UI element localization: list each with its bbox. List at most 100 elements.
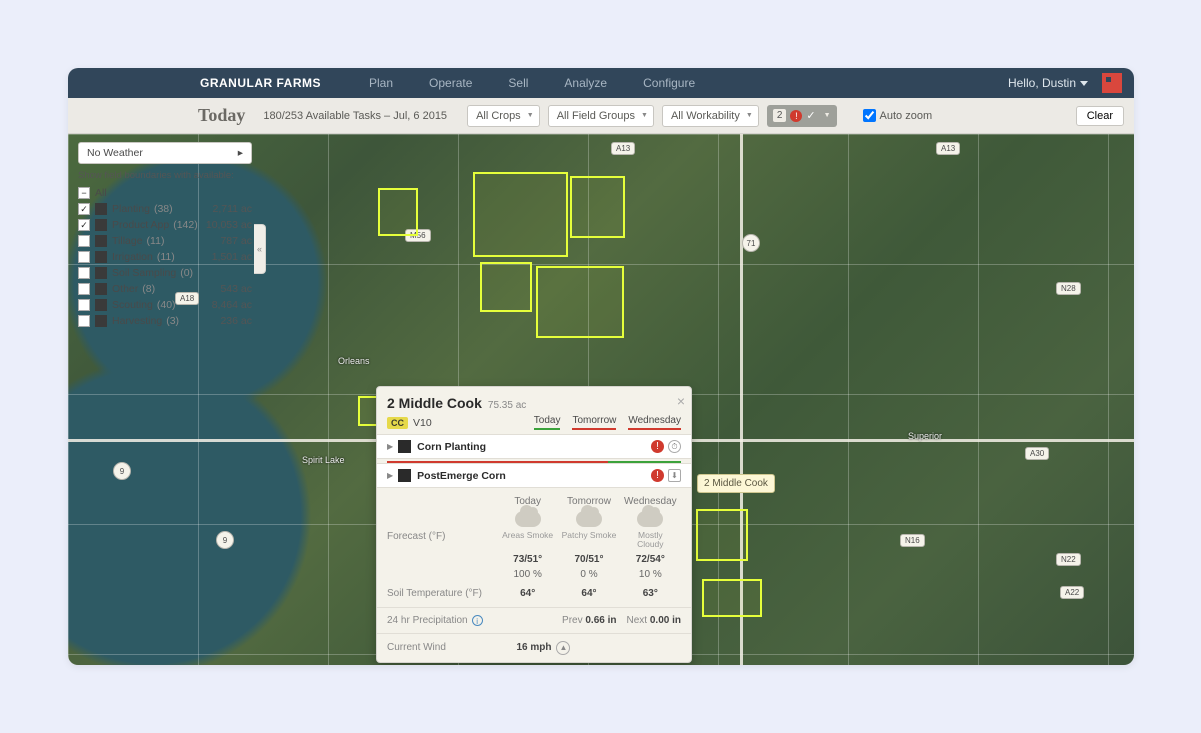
checkbox-icon[interactable] xyxy=(78,235,90,247)
crop-code-badge: CC xyxy=(387,417,408,429)
checkbox-icon[interactable] xyxy=(78,315,90,327)
forecast-label: Forecast (°F) xyxy=(387,531,497,550)
layer-all[interactable]: All xyxy=(72,185,258,201)
soil-temp-label: Soil Temperature (°F) xyxy=(387,588,497,599)
route-badge: N28 xyxy=(1056,282,1081,295)
check-icon: ✓ xyxy=(806,109,815,122)
wind-direction-icon: ▲ xyxy=(556,641,570,655)
tab-tomorrow[interactable]: Tomorrow xyxy=(572,415,616,430)
workability-select[interactable]: All Workability xyxy=(662,105,759,127)
nav-operate[interactable]: Operate xyxy=(429,76,472,90)
harvesting-icon xyxy=(95,315,107,327)
brand: GRANULAR FARMS xyxy=(200,76,321,90)
planting-icon xyxy=(95,203,107,215)
scouting-icon xyxy=(95,299,107,311)
route-badge: A22 xyxy=(1060,586,1084,599)
layer-other[interactable]: Other (8) 543 ac xyxy=(72,281,258,297)
panel-collapse-handle[interactable]: « xyxy=(254,224,266,274)
user-menu[interactable]: Hello, Dustin xyxy=(1008,76,1088,90)
clock-icon: ⏱ xyxy=(668,440,681,453)
checkbox-icon[interactable] xyxy=(78,299,90,311)
route-badge: A13 xyxy=(936,142,960,155)
alert-icon: ! xyxy=(790,110,802,122)
other-icon xyxy=(95,283,107,295)
nav-configure[interactable]: Configure xyxy=(643,76,695,90)
layer-irrigation[interactable]: Irrigation (11) 1,501 ac xyxy=(72,249,258,265)
layers-hint: Show field boundaries with available: xyxy=(78,170,252,181)
layer-tillage[interactable]: Tillage (11) 787 ac xyxy=(72,233,258,249)
layer-product-app[interactable]: Product App (142) 10,053 ac xyxy=(72,217,258,233)
popup-title: 2 Middle Cook xyxy=(387,395,482,411)
product-app-icon xyxy=(95,219,107,231)
autozoom-input[interactable] xyxy=(863,109,876,122)
tillage-icon xyxy=(95,235,107,247)
nav-sell[interactable]: Sell xyxy=(508,76,528,90)
crop-stage: V10 xyxy=(413,417,432,429)
field-boundary[interactable] xyxy=(378,188,418,236)
field-groups-select[interactable]: All Field Groups xyxy=(548,105,654,127)
checkbox-icon[interactable] xyxy=(78,203,90,215)
info-icon[interactable]: i xyxy=(472,615,483,626)
checkbox-icon[interactable] xyxy=(78,251,90,263)
checkbox-icon[interactable] xyxy=(78,219,90,231)
alerts-filter[interactable]: 2 ! ✓ xyxy=(767,105,837,127)
clear-button[interactable]: Clear xyxy=(1076,106,1124,126)
layer-soil-sampling[interactable]: Soil Sampling (0) xyxy=(72,265,258,281)
field-boundary[interactable] xyxy=(702,579,762,617)
toolbar: Today 180/253 Available Tasks – Jul, 6 2… xyxy=(68,98,1134,134)
field-boundary[interactable] xyxy=(480,262,532,312)
crops-select[interactable]: All Crops xyxy=(467,105,540,127)
expand-icon[interactable]: ▶ xyxy=(387,471,393,480)
field-boundary[interactable] xyxy=(473,172,568,257)
autozoom-checkbox[interactable]: Auto zoom xyxy=(863,109,933,122)
town-label: Spirit Lake xyxy=(302,455,345,465)
checkbox-icon[interactable] xyxy=(78,283,90,295)
layer-scouting[interactable]: Scouting (40) 8,464 ac xyxy=(72,297,258,313)
task-row[interactable]: ▶ Corn Planting ! ⏱ xyxy=(377,434,691,459)
expand-icon[interactable]: ▶ xyxy=(387,442,393,451)
alert-icon: ! xyxy=(651,469,664,482)
precip-row: 24 hr Precipitation i Prev 0.66 in Next … xyxy=(377,607,691,633)
route-badge: A13 xyxy=(611,142,635,155)
route-shield: 71 xyxy=(742,234,760,252)
town-label: Superior xyxy=(908,431,942,441)
field-boundary[interactable] xyxy=(570,176,625,238)
field-boundary[interactable] xyxy=(536,266,624,338)
nav-analyze[interactable]: Analyze xyxy=(564,76,607,90)
wind-row: Current Wind 16 mph▲ xyxy=(377,633,691,662)
soil-sampling-icon xyxy=(95,267,107,279)
app-logo-icon[interactable] xyxy=(1102,73,1122,93)
layer-harvesting[interactable]: Harvesting (3) 236 ac xyxy=(72,313,258,329)
close-icon[interactable]: × xyxy=(677,393,685,409)
route-shield: 9 xyxy=(113,462,131,480)
town-label: Orleans xyxy=(338,356,370,366)
cloud-icon xyxy=(576,511,602,527)
route-shield: 9 xyxy=(216,531,234,549)
field-detail-popup: × 2 Middle Cook 75.35 ac CC V10 Today To… xyxy=(376,386,692,663)
day-tabs: Today Tomorrow Wednesday xyxy=(534,415,681,430)
forecast-block: Today Tomorrow Wednesday Forecast (°F) A… xyxy=(377,488,691,607)
weather-select[interactable]: No Weather ▸ xyxy=(78,142,252,164)
field-tooltip: 2 Middle Cook xyxy=(697,474,775,493)
checkbox-mixed-icon[interactable] xyxy=(78,187,90,199)
field-boundary[interactable] xyxy=(696,509,748,561)
chevron-down-icon xyxy=(1080,81,1088,86)
tasks-summary: 180/253 Available Tasks – Jul, 6 2015 xyxy=(263,110,447,122)
planting-icon xyxy=(398,440,411,453)
map-canvas[interactable]: A13 A13 A18 M56 A22 A30 N16 N22 N28 71 9… xyxy=(68,134,1134,665)
alert-count: 2 xyxy=(773,109,787,122)
popup-acres: 75.35 ac xyxy=(488,400,526,411)
task-row[interactable]: ▶ PostEmerge Corn ! ⬇ xyxy=(377,463,691,488)
tab-wednesday[interactable]: Wednesday xyxy=(628,415,681,430)
layers-panel: No Weather ▸ Show field boundaries with … xyxy=(72,138,258,329)
layer-planting[interactable]: Planting (38) 2,711 ac xyxy=(72,201,258,217)
cloud-icon xyxy=(515,511,541,527)
route-badge: A30 xyxy=(1025,447,1049,460)
today-heading: Today xyxy=(198,105,245,126)
route-badge: N22 xyxy=(1056,553,1081,566)
nav-plan[interactable]: Plan xyxy=(369,76,393,90)
checkbox-icon[interactable] xyxy=(78,267,90,279)
alert-icon: ! xyxy=(651,440,664,453)
tab-today[interactable]: Today xyxy=(534,415,561,430)
route-badge: N16 xyxy=(900,534,925,547)
